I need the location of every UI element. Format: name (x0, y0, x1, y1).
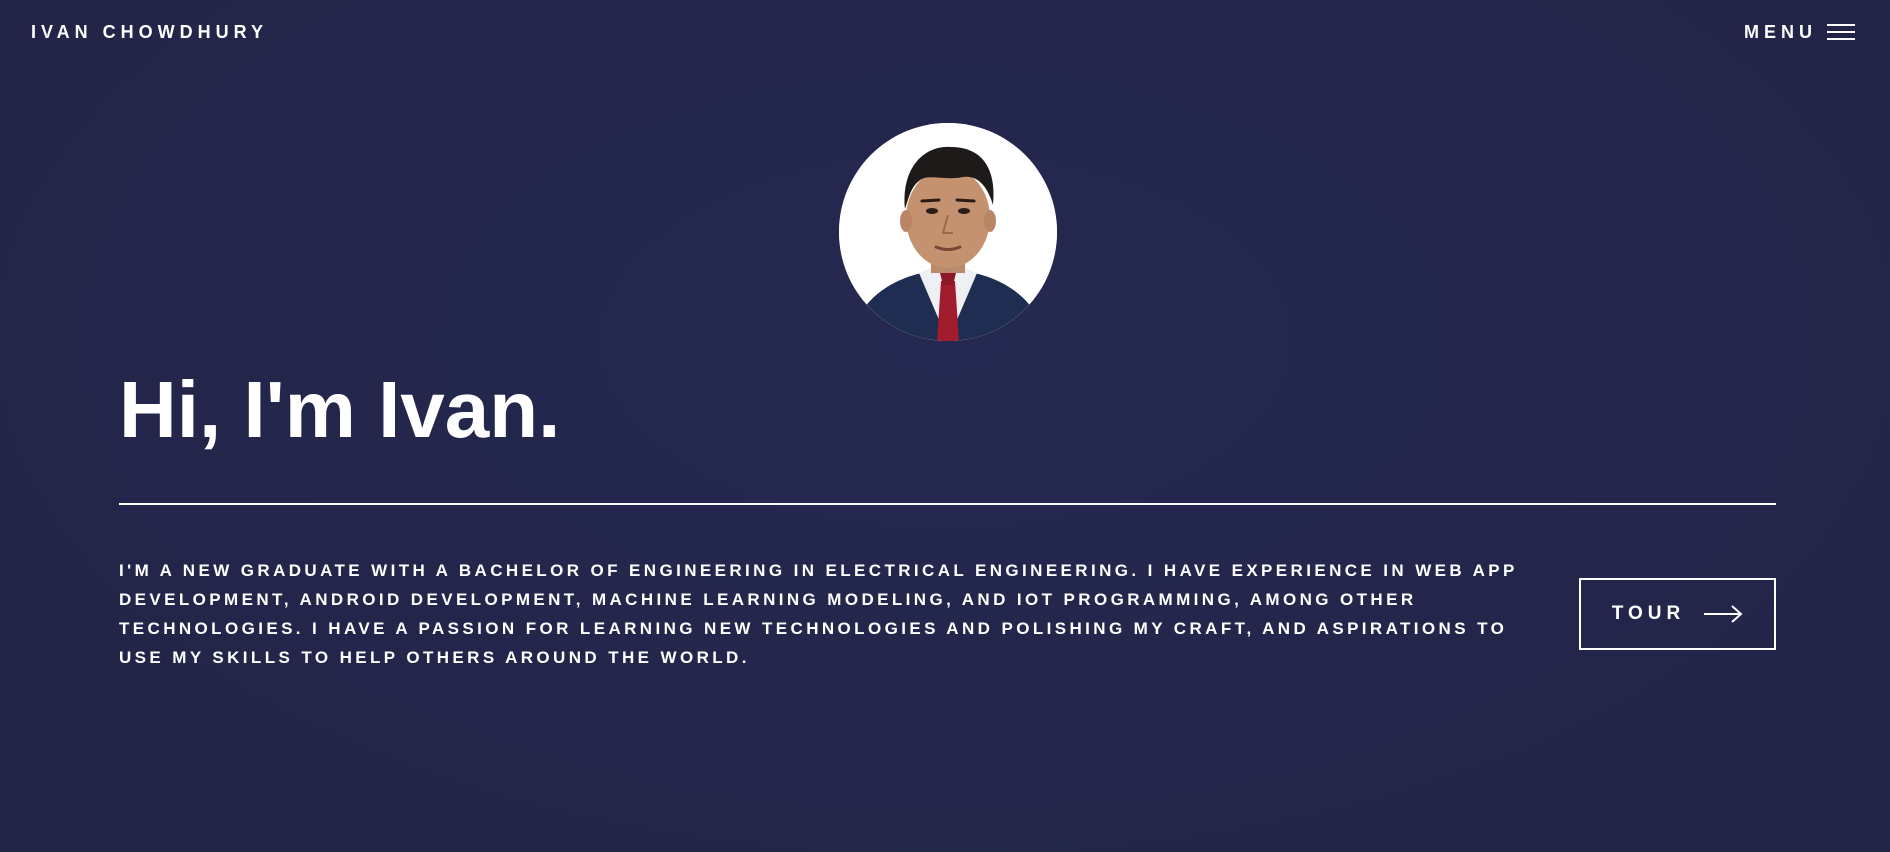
divider (119, 503, 1776, 505)
tour-button[interactable]: TOUR (1579, 578, 1776, 650)
menu-label: MENU (1744, 22, 1817, 42)
arrow-right-icon (1704, 605, 1743, 623)
menu-button[interactable]: MENU (1744, 20, 1855, 44)
page-title: Hi, I'm Ivan. (119, 365, 561, 454)
tour-label: TOUR (1611, 603, 1686, 624)
hamburger-icon (1827, 24, 1855, 40)
site-name[interactable]: IVAN CHOWDHURY (31, 20, 268, 44)
intro-text: I'm a new graduate with a Bachelor of En… (119, 561, 1518, 667)
avatar-illustration (839, 123, 1057, 341)
avatar (839, 123, 1057, 341)
